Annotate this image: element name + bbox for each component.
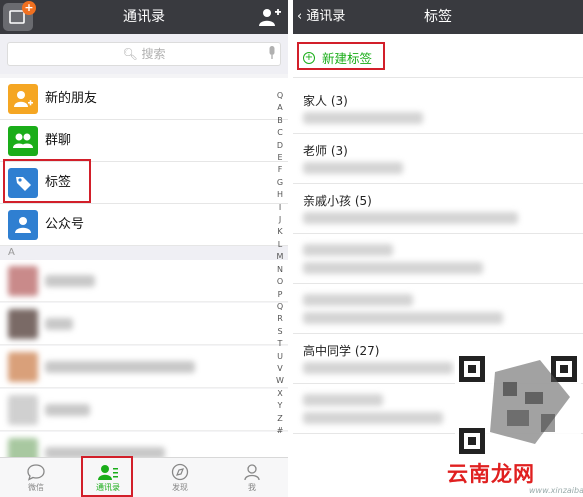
index-letter[interactable]: A bbox=[274, 102, 286, 114]
page-title: 通讯录 bbox=[123, 9, 165, 25]
index-letter[interactable]: X bbox=[274, 388, 286, 400]
contact-name-blurred bbox=[45, 361, 195, 373]
index-letter[interactable]: # bbox=[274, 425, 286, 437]
avatar bbox=[8, 352, 38, 382]
contacts-screen: + 通讯录 🔍︎ 搜索 新的朋友 群聊 标签 公众号 A Q A B C D E… bbox=[0, 0, 288, 497]
tag-row-blurred[interactable] bbox=[293, 284, 583, 334]
index-letter[interactable]: P bbox=[274, 289, 286, 301]
tag-members-blurred bbox=[303, 112, 423, 124]
index-letter[interactable]: G bbox=[274, 177, 286, 189]
contact-name-blurred bbox=[45, 275, 95, 287]
search-bar: 🔍︎ 搜索 bbox=[0, 34, 288, 74]
tag-row-relatives-kids[interactable]: 亲戚小孩 (5) bbox=[293, 184, 583, 234]
menu-item-new-friends[interactable]: 新的朋友 bbox=[0, 78, 288, 120]
tag-label-blurred bbox=[303, 244, 393, 256]
search-placeholder: 搜索 bbox=[141, 47, 166, 61]
index-letter[interactable]: Z bbox=[274, 413, 286, 425]
tag-label-blurred bbox=[303, 294, 413, 306]
menu-item-label: 公众号 bbox=[45, 217, 85, 232]
index-letter[interactable]: Q bbox=[274, 301, 286, 313]
tags-screen: ‹ 通讯录 标签 + 新建标签 家人 (3) 老师 (3) 亲戚小孩 (5) 高… bbox=[293, 0, 583, 497]
avatar bbox=[8, 309, 38, 339]
menu-item-label: 新的朋友 bbox=[45, 91, 98, 106]
menu-item-label: 群聊 bbox=[45, 133, 72, 148]
highlight-box-contacts-tab bbox=[81, 456, 133, 497]
index-letter[interactable]: L bbox=[274, 239, 286, 251]
qr-code-watermark bbox=[455, 352, 581, 458]
tag-members-blurred bbox=[303, 262, 483, 274]
tag-members-blurred bbox=[303, 162, 403, 174]
tab-discover[interactable]: 发现 bbox=[144, 458, 216, 497]
contacts-navbar: + 通讯录 bbox=[0, 0, 288, 34]
tag-row-family[interactable]: 家人 (3) bbox=[293, 84, 583, 134]
tag-label: 亲戚小孩 (5) bbox=[303, 194, 372, 208]
contact-row[interactable] bbox=[0, 303, 288, 345]
index-letter[interactable]: D bbox=[274, 140, 286, 152]
tag-members-blurred bbox=[303, 312, 503, 324]
microphone-icon[interactable] bbox=[268, 46, 276, 60]
contact-name-blurred bbox=[45, 318, 73, 330]
tab-me[interactable]: 我 bbox=[216, 458, 288, 497]
watermark-url: www.xinzaiba.com bbox=[529, 486, 583, 495]
bottom-tab-bar: 微信 通讯录 发现 我 bbox=[0, 457, 288, 497]
highlight-box-new-tag bbox=[297, 42, 385, 70]
menu-item-official-accounts[interactable]: 公众号 bbox=[0, 204, 288, 246]
page-title: 标签 bbox=[424, 9, 452, 25]
section-header: A bbox=[0, 246, 288, 260]
tag-row-blurred[interactable] bbox=[293, 234, 583, 284]
tag-row-teacher[interactable]: 老师 (3) bbox=[293, 134, 583, 184]
tag-members-blurred bbox=[303, 362, 453, 374]
tab-chats[interactable]: 微信 bbox=[0, 458, 72, 497]
index-letter[interactable]: Y bbox=[274, 400, 286, 412]
search-input[interactable]: 🔍︎ 搜索 bbox=[7, 42, 281, 66]
tag-members-blurred bbox=[303, 412, 443, 424]
tab-label: 发现 bbox=[172, 483, 188, 492]
index-letter[interactable]: H bbox=[274, 189, 286, 201]
avatar bbox=[8, 266, 38, 296]
index-letter[interactable]: B bbox=[274, 115, 286, 127]
tab-label: 我 bbox=[248, 483, 256, 492]
index-letter[interactable]: Q bbox=[274, 90, 286, 102]
tag-label-blurred bbox=[303, 394, 383, 406]
tags-navbar: ‹ 通讯录 标签 bbox=[293, 0, 583, 34]
group-chat-icon bbox=[8, 126, 38, 156]
tag-label: 家人 (3) bbox=[303, 94, 348, 108]
watermark-text: 云南龙网 bbox=[447, 462, 535, 486]
avatar bbox=[8, 395, 38, 425]
contact-row[interactable] bbox=[0, 346, 288, 388]
index-letter[interactable]: I bbox=[274, 202, 286, 214]
index-letter[interactable]: E bbox=[274, 152, 286, 164]
index-letter[interactable]: V bbox=[274, 363, 286, 375]
compass-icon bbox=[171, 463, 189, 481]
contact-row[interactable] bbox=[0, 389, 288, 431]
index-letter[interactable]: C bbox=[274, 127, 286, 139]
tag-label: 老师 (3) bbox=[303, 144, 348, 158]
tag-members-blurred bbox=[303, 212, 518, 224]
official-account-icon bbox=[8, 210, 38, 240]
new-friend-icon bbox=[8, 84, 38, 114]
chat-bubble-icon bbox=[27, 464, 45, 481]
index-letter[interactable]: O bbox=[274, 276, 286, 288]
index-letter[interactable]: J bbox=[274, 214, 286, 226]
menu-item-group-chat[interactable]: 群聊 bbox=[0, 120, 288, 162]
alphabet-index[interactable]: Q A B C D E F G H I J K L M N O P Q R S T U V W X Y Z # bbox=[274, 90, 286, 437]
index-letter[interactable]: R bbox=[274, 313, 286, 325]
tab-label: 微信 bbox=[28, 483, 44, 492]
index-letter[interactable]: T bbox=[274, 338, 286, 350]
index-letter[interactable]: S bbox=[274, 326, 286, 338]
add-contact-icon[interactable] bbox=[258, 6, 282, 28]
contact-row[interactable] bbox=[0, 260, 288, 302]
index-letter[interactable]: F bbox=[274, 164, 286, 176]
search-icon: 🔍︎ bbox=[122, 47, 138, 61]
contact-name-blurred bbox=[45, 404, 90, 416]
index-letter[interactable]: M bbox=[274, 251, 286, 263]
index-letter[interactable]: K bbox=[274, 226, 286, 238]
tag-label: 高中同学 (27) bbox=[303, 344, 380, 358]
highlight-box-tags bbox=[3, 159, 91, 203]
person-icon bbox=[244, 464, 260, 481]
index-letter[interactable]: U bbox=[274, 351, 286, 363]
index-letter[interactable]: W bbox=[274, 375, 286, 387]
index-letter[interactable]: N bbox=[274, 264, 286, 276]
